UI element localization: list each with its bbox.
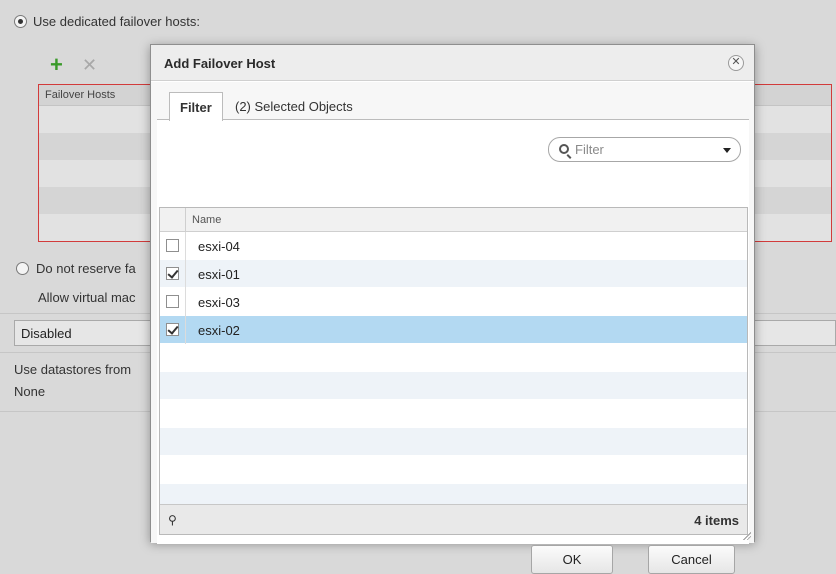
dedicated-failover-radio[interactable] xyxy=(14,15,27,28)
binoculars-icon[interactable]: ⚲ xyxy=(168,514,182,526)
empty-row xyxy=(160,344,747,372)
host-name: esxi-04 xyxy=(198,239,240,254)
grid-footer: ⚲ 4 items xyxy=(160,504,747,534)
do-not-reserve-label: Do not reserve fa xyxy=(36,261,136,276)
table-row[interactable]: esxi-04 xyxy=(160,232,747,260)
remove-icon[interactable]: ✕ xyxy=(82,56,97,74)
row-checkbox[interactable] xyxy=(166,239,179,252)
row-checkbox[interactable] xyxy=(166,267,179,280)
add-icon[interactable]: + xyxy=(50,54,63,76)
grid-rows: esxi-04 esxi-01 esxi-03 esxi-02 xyxy=(160,232,747,512)
select-column-header xyxy=(160,208,186,232)
item-count: 4 items xyxy=(694,513,739,528)
dialog-body: Filter (2) Selected Objects Name esxi-04… xyxy=(151,82,754,574)
host-name: esxi-01 xyxy=(198,267,240,282)
row-select-cell xyxy=(160,232,186,260)
row-checkbox[interactable] xyxy=(166,295,179,308)
tab-selected-objects[interactable]: (2) Selected Objects xyxy=(225,92,363,120)
dialog-header: Add Failover Host ✕ xyxy=(151,45,754,81)
search-icon xyxy=(559,144,569,154)
resize-grip-icon[interactable] xyxy=(742,531,751,540)
dedicated-failover-label: Use dedicated failover hosts: xyxy=(33,14,200,29)
chevron-down-icon[interactable] xyxy=(723,148,731,153)
close-icon[interactable]: ✕ xyxy=(728,55,744,71)
row-select-cell xyxy=(160,316,186,344)
ok-button[interactable]: OK xyxy=(531,545,613,574)
empty-row xyxy=(160,456,747,484)
datastores-label: Use datastores from xyxy=(14,362,132,377)
empty-row xyxy=(160,372,747,400)
dialog-title: Add Failover Host xyxy=(164,56,276,71)
datastores-value: None xyxy=(14,384,46,399)
filter-dropdown[interactable] xyxy=(548,137,741,162)
hosts-grid: Name esxi-04 esxi-01 esxi-03 esxi-02 ⚲ 4… xyxy=(159,207,748,535)
row-select-cell xyxy=(160,260,186,288)
do-not-reserve-radio[interactable] xyxy=(16,262,29,275)
row-select-cell xyxy=(160,288,186,316)
host-name: esxi-03 xyxy=(198,295,240,310)
cancel-button[interactable]: Cancel xyxy=(648,545,735,574)
table-row[interactable]: esxi-01 xyxy=(160,260,747,288)
filter-input[interactable] xyxy=(573,141,713,158)
empty-row xyxy=(160,400,747,428)
empty-row xyxy=(160,428,747,456)
name-column-header[interactable]: Name xyxy=(192,214,221,226)
host-name: esxi-02 xyxy=(198,323,240,338)
tab-filter[interactable]: Filter xyxy=(169,92,223,121)
grid-header: Name xyxy=(160,208,747,232)
table-row[interactable]: esxi-02 xyxy=(160,316,747,344)
row-checkbox[interactable] xyxy=(166,323,179,336)
select-value: Disabled xyxy=(21,326,72,341)
add-failover-host-dialog: Add Failover Host ✕ Filter (2) Selected … xyxy=(150,44,755,574)
table-row[interactable]: esxi-03 xyxy=(160,288,747,316)
allow-vm-label: Allow virtual mac xyxy=(38,290,136,305)
